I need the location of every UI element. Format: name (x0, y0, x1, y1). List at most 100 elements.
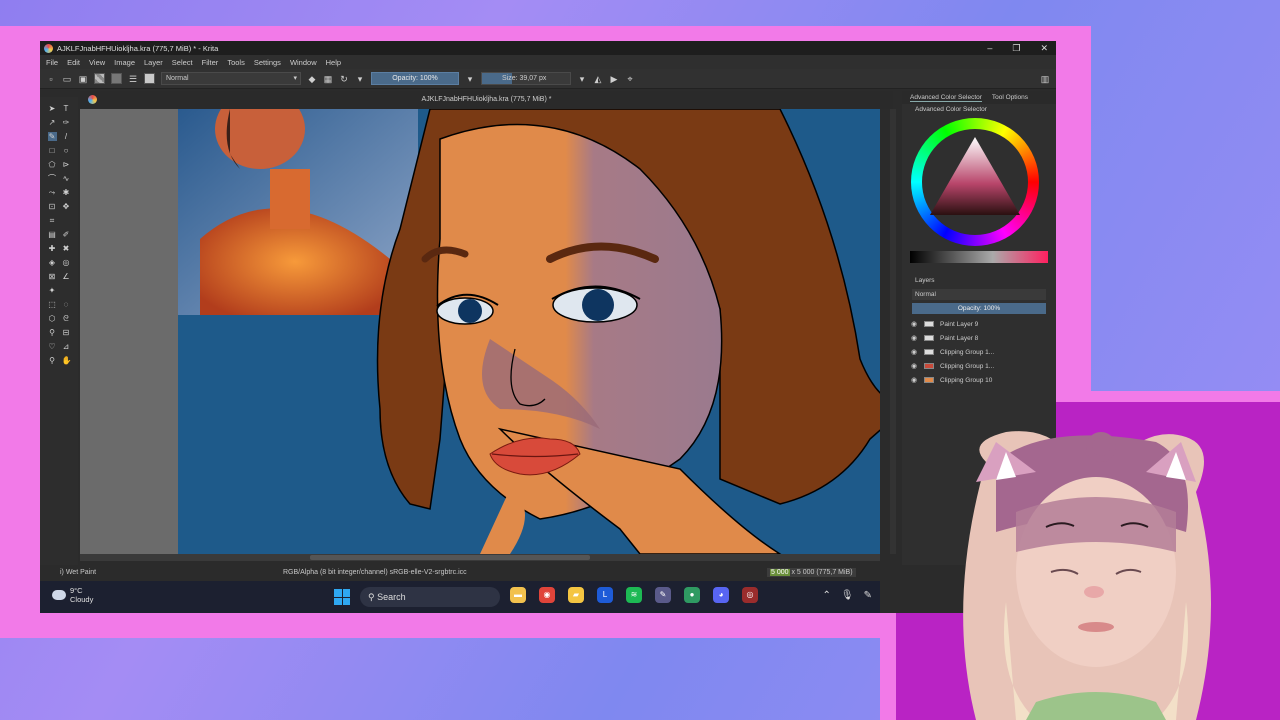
menu-file[interactable]: File (46, 58, 58, 67)
horizontal-scrollbar[interactable] (80, 554, 880, 561)
bezier-select-icon[interactable]: ♡ (48, 342, 57, 351)
line-tool-icon[interactable]: / (62, 132, 71, 141)
save-icon[interactable]: ▣ (78, 74, 88, 84)
dynamic-brush-icon[interactable]: ⤳ (48, 188, 57, 197)
menu-filter[interactable]: Filter (202, 58, 219, 67)
select-shapes-icon[interactable]: ➤ (48, 104, 57, 113)
multibrush-icon[interactable]: ✱ (62, 188, 71, 197)
chevron-down-icon[interactable]: ▾ (465, 74, 475, 84)
tab-advanced-color-selector[interactable]: Advanced Color Selector (910, 94, 982, 102)
magnetic-select-icon[interactable]: ⊿ (62, 342, 71, 351)
l-app-icon[interactable]: L (597, 587, 613, 603)
chevron-down-icon[interactable]: ▾ (577, 74, 587, 84)
folder-icon[interactable]: ▰ (568, 587, 584, 603)
freehand-select-icon[interactable]: ᘓ (62, 314, 71, 323)
ellipse-select-icon[interactable]: ◌ (62, 300, 71, 309)
gradient-swatch[interactable] (94, 73, 105, 84)
start-button[interactable] (334, 589, 350, 605)
chevron-down-icon[interactable]: ▾ (355, 74, 365, 84)
layer-opacity-slider[interactable]: Opacity: 100% (912, 303, 1046, 314)
spotify-icon[interactable]: ≋ (626, 587, 642, 603)
menu-select[interactable]: Select (172, 58, 193, 67)
smart-patch-icon[interactable]: ✚ (48, 244, 57, 253)
pen-icon[interactable]: ✎ (864, 590, 872, 601)
new-file-icon[interactable]: ▫ (46, 74, 56, 84)
pan-icon[interactable]: ✋ (62, 356, 72, 365)
polygon-icon[interactable]: ⬠ (48, 160, 57, 169)
bezier-icon[interactable]: ⌒ (48, 174, 57, 183)
maximize-button[interactable]: ❐ (1012, 43, 1020, 54)
size-slider[interactable]: Size: 39,07 px (481, 72, 571, 85)
mirror-vertical-icon[interactable]: ▶ (609, 74, 619, 84)
polyline-icon[interactable]: ⊳ (62, 160, 71, 169)
reference-icon[interactable]: ✦ (48, 286, 57, 295)
freehand-path-icon[interactable]: ∿ (62, 174, 71, 183)
crop-icon[interactable]: ⌗ (48, 216, 57, 225)
preserve-alpha-icon[interactable]: ▦ (323, 74, 333, 84)
layer-row[interactable]: ◉ Clipping Group 1... (902, 359, 1056, 373)
mirror-horizontal-icon[interactable]: ◭ (593, 74, 603, 84)
freehand-brush-icon[interactable]: ✎ (47, 131, 57, 141)
eye-icon[interactable]: ◉ (911, 362, 918, 370)
tab-tool-options[interactable]: Tool Options (992, 94, 1028, 101)
eye-icon[interactable]: ◉ (911, 376, 918, 384)
open-file-icon[interactable]: ▭ (62, 74, 72, 84)
drawing-canvas[interactable] (80, 109, 880, 554)
menu-view[interactable]: View (89, 58, 105, 67)
menu-image[interactable]: Image (114, 58, 135, 67)
rect-select-icon[interactable]: ⬚ (48, 300, 57, 309)
layer-row[interactable]: ◉ Clipping Group 10 (902, 373, 1056, 387)
docker-toggle-icon[interactable]: ▥ (1040, 74, 1050, 84)
colorize-mask-icon[interactable]: ✖ (62, 244, 71, 253)
discord-icon[interactable]: ◕ (713, 587, 729, 603)
eraser-icon[interactable]: ◆ (307, 74, 317, 84)
enclose-fill-icon[interactable]: ◎ (62, 258, 71, 267)
document-tab[interactable]: AJKLFJnabHFHUiokljha.kra (775,7 MiB) * ✕ (80, 91, 913, 109)
menu-settings[interactable]: Settings (254, 58, 281, 67)
color-picker-icon[interactable]: ✐ (62, 230, 71, 239)
chrome-icon[interactable]: ◉ (539, 587, 555, 603)
menu-tools[interactable]: Tools (227, 58, 245, 67)
opacity-slider[interactable]: Opacity: 100% (371, 72, 459, 85)
ellipse-icon[interactable]: ○ (62, 146, 71, 155)
measure-icon[interactable]: ∠ (62, 272, 71, 281)
file-explorer-icon[interactable]: ▬ (510, 587, 526, 603)
menu-layer[interactable]: Layer (144, 58, 163, 67)
rectangle-icon[interactable]: □ (48, 146, 57, 155)
blend-mode-select[interactable]: Normal (161, 72, 301, 85)
calligraphy-icon[interactable]: ✑ (62, 118, 71, 127)
chevron-up-icon[interactable]: ⌃ (823, 590, 831, 601)
minimize-button[interactable]: – (987, 43, 992, 53)
menu-help[interactable]: Help (326, 58, 341, 67)
contiguous-select-icon[interactable]: ⚲ (48, 328, 57, 337)
scroll-thumb[interactable] (310, 555, 590, 560)
fill-icon[interactable]: ◈ (48, 258, 57, 267)
brush-settings-icon[interactable]: ☰ (128, 74, 138, 84)
edit-shapes-icon[interactable]: ↗ (48, 118, 57, 127)
reload-icon[interactable]: ↻ (339, 74, 349, 84)
transform-icon[interactable]: ⊡ (48, 202, 57, 211)
weather-widget[interactable]: 9°C Cloudy (52, 586, 93, 604)
layer-row[interactable]: ◉ Paint Layer 8 (902, 331, 1056, 345)
gradient-icon[interactable]: ▤ (48, 230, 57, 239)
record-icon[interactable]: ◎ (742, 587, 758, 603)
green-app-icon[interactable]: ● (684, 587, 700, 603)
layer-row[interactable]: ◉ Paint Layer 9 (902, 317, 1056, 331)
eye-icon[interactable]: ◉ (911, 320, 918, 328)
eye-icon[interactable]: ◉ (911, 348, 918, 356)
krita-icon[interactable]: ✎ (655, 587, 671, 603)
color-wheel[interactable] (902, 115, 1056, 246)
text-tool-icon[interactable]: T (62, 104, 71, 113)
layer-blend-mode-select[interactable]: Normal (912, 289, 1046, 300)
similar-select-icon[interactable]: ⊟ (62, 328, 71, 337)
move-icon[interactable]: ✥ (62, 202, 71, 211)
microphone-icon[interactable]: 🎙︎ (841, 590, 854, 601)
assistant-icon[interactable]: ⊠ (48, 272, 57, 281)
polygon-select-icon[interactable]: ⬡ (48, 314, 57, 323)
pattern-swatch[interactable] (111, 73, 122, 84)
close-button[interactable]: ✕ (1040, 43, 1048, 54)
taskbar-search[interactable]: ⚲ Search (360, 587, 500, 607)
brush-preset-icon[interactable] (144, 73, 155, 84)
color-history-strip[interactable] (910, 251, 1048, 263)
eye-icon[interactable]: ◉ (911, 334, 918, 342)
